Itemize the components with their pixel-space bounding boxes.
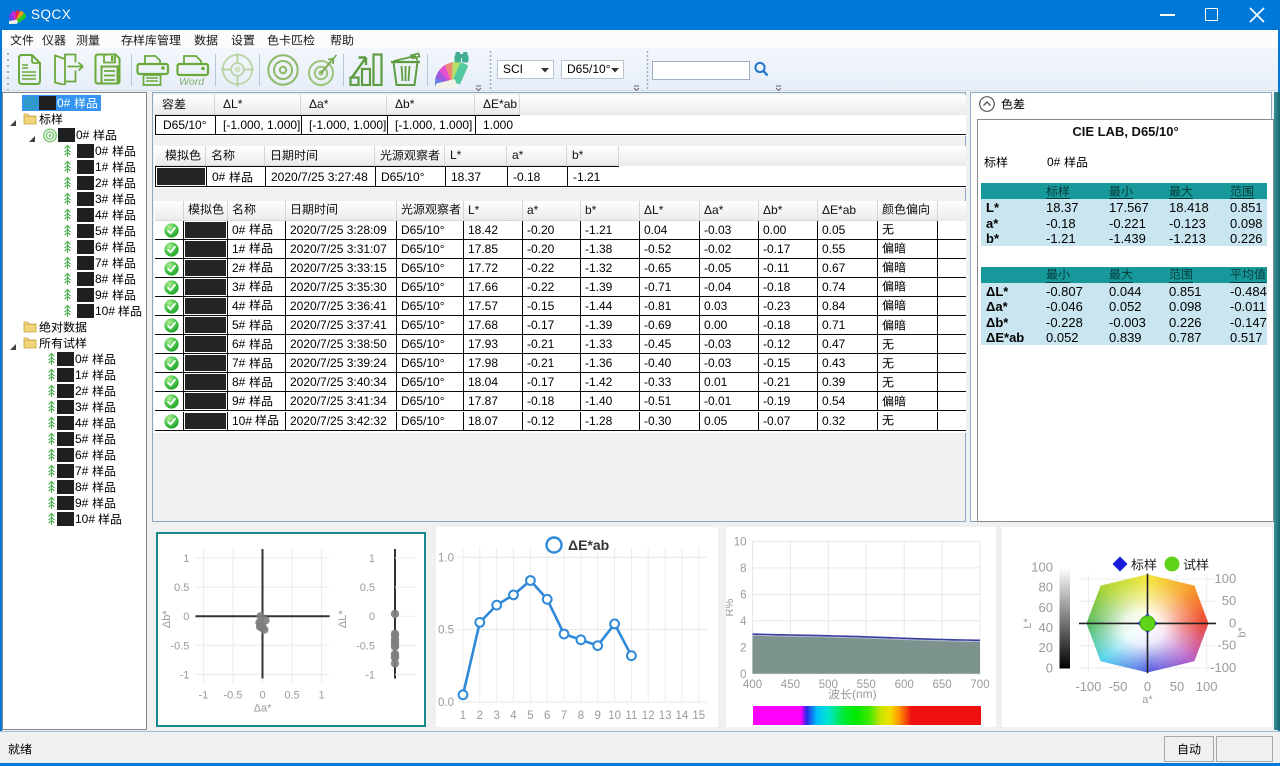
- svg-text:0.5: 0.5: [174, 582, 189, 594]
- svg-text:4: 4: [740, 616, 747, 628]
- svg-text:L*: L*: [1022, 617, 1034, 628]
- svg-text:100: 100: [1031, 560, 1053, 575]
- svg-text:4: 4: [510, 710, 517, 722]
- svg-text:0.5: 0.5: [284, 690, 299, 702]
- svg-text:ΔL*: ΔL*: [337, 610, 349, 628]
- svg-text:2: 2: [477, 710, 483, 722]
- svg-text:50: 50: [1170, 679, 1184, 694]
- svg-text:Δb*: Δb*: [161, 610, 173, 628]
- svg-text:-0.5: -0.5: [224, 690, 243, 702]
- svg-text:12: 12: [642, 710, 655, 722]
- svg-text:7: 7: [561, 710, 567, 722]
- svg-text:10: 10: [608, 710, 621, 722]
- svg-text:0: 0: [183, 611, 189, 623]
- svg-text:-0.5: -0.5: [356, 640, 375, 652]
- svg-text:0: 0: [1046, 660, 1053, 675]
- svg-text:0.5: 0.5: [360, 582, 375, 594]
- svg-text:1: 1: [460, 710, 466, 722]
- svg-text:700: 700: [970, 679, 989, 691]
- svg-text:40: 40: [1039, 620, 1053, 635]
- svg-text:a*: a*: [1142, 694, 1153, 706]
- svg-text:8: 8: [578, 710, 584, 722]
- svg-text:-1: -1: [180, 670, 190, 682]
- svg-text:450: 450: [781, 679, 800, 691]
- svg-text:0: 0: [1229, 615, 1236, 630]
- svg-text:13: 13: [659, 710, 672, 722]
- svg-text:0: 0: [369, 611, 375, 623]
- svg-text:0: 0: [1144, 679, 1151, 694]
- svg-text:3: 3: [493, 710, 499, 722]
- svg-text:0: 0: [259, 690, 265, 702]
- svg-text:1: 1: [369, 553, 375, 565]
- svg-text:0.0: 0.0: [438, 697, 454, 709]
- svg-text:2: 2: [740, 642, 746, 654]
- svg-text:60: 60: [1039, 600, 1053, 615]
- svg-text:-1: -1: [199, 690, 209, 702]
- svg-text:100: 100: [1196, 679, 1218, 694]
- svg-text:6: 6: [740, 589, 746, 601]
- svg-text:0.5: 0.5: [438, 625, 454, 637]
- svg-text:1: 1: [183, 553, 189, 565]
- svg-text:R%: R%: [726, 599, 736, 617]
- svg-text:ΔE*ab: ΔE*ab: [568, 537, 609, 553]
- svg-text:-50: -50: [1109, 679, 1128, 694]
- svg-text:15: 15: [692, 710, 705, 722]
- svg-text:100: 100: [1214, 571, 1236, 586]
- svg-text:b*: b*: [1236, 626, 1248, 637]
- svg-text:-0.5: -0.5: [170, 640, 189, 652]
- svg-text:6: 6: [544, 710, 550, 722]
- svg-text:-50: -50: [1217, 638, 1236, 653]
- svg-text:1.0: 1.0: [438, 552, 454, 564]
- svg-text:9: 9: [594, 710, 600, 722]
- svg-text:5: 5: [527, 710, 533, 722]
- svg-text:-1: -1: [365, 670, 375, 682]
- svg-text:14: 14: [676, 710, 689, 722]
- svg-text:Δa*: Δa*: [254, 703, 272, 715]
- svg-text:650: 650: [933, 679, 952, 691]
- svg-text:-100: -100: [1075, 679, 1101, 694]
- svg-text:10: 10: [734, 536, 747, 548]
- svg-text:Word: Word: [179, 76, 205, 86]
- svg-text:11: 11: [625, 710, 637, 722]
- svg-text:400: 400: [743, 679, 762, 691]
- svg-text:8: 8: [740, 563, 746, 575]
- svg-text:80: 80: [1039, 580, 1053, 595]
- svg-text:50: 50: [1222, 593, 1236, 608]
- svg-text:20: 20: [1039, 640, 1053, 655]
- svg-text:-100: -100: [1210, 660, 1236, 675]
- svg-text:1: 1: [319, 690, 325, 702]
